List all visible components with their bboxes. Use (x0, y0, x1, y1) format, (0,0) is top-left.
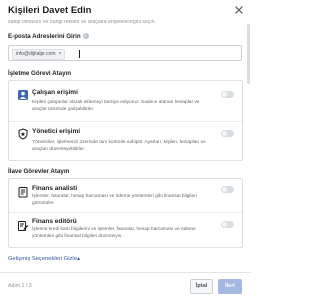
text-cursor (79, 50, 80, 58)
role-title: Çalışan erişimi (32, 89, 78, 96)
role-description: İşletme kredi kartı bilgilerini ve işlem… (32, 227, 196, 239)
close-icon[interactable] (233, 4, 245, 16)
dialog-title: Kişileri Davet Edin (8, 5, 92, 16)
info-icon[interactable]: i (82, 33, 89, 40)
role-finance-editor[interactable]: Finans editörü İşletme kredi kartı bilgi… (9, 213, 242, 248)
email-label: E-posta Adreslerini Girin i (8, 33, 89, 40)
intro-text: sahip olmasını ve hangi reklam ve araçla… (8, 20, 156, 25)
scrollbar[interactable] (247, 24, 250, 84)
remove-chip-icon[interactable]: × (59, 51, 62, 57)
role-description: Kişileri çalışanlar olarak eklemeyi tavs… (32, 100, 200, 112)
additional-role-heading: İlave Görevler Atayın (8, 168, 70, 175)
email-chip: info@dijitalpr.com × (12, 49, 66, 60)
caret-up-icon: ▴ (76, 256, 80, 262)
role-employee[interactable]: Çalışan erişimi Kişileri çalışanlar olar… (9, 81, 242, 121)
additional-role-card: Finans analisti İşlemler, faturalar, hes… (8, 178, 243, 248)
role-title: Yönetici erişimi (32, 128, 81, 135)
admin-toggle[interactable] (221, 130, 234, 137)
person-icon (17, 88, 29, 100)
role-description: İşlemler, faturalar, hesap harcaması ve … (32, 194, 197, 206)
finance-editor-icon (17, 219, 29, 231)
dialog-header: Kişileri Davet Edin (0, 0, 251, 22)
business-role-heading: İşletme Görevi Atayın (8, 70, 72, 77)
next-button[interactable]: İleri (218, 279, 242, 294)
step-indicator: Adım 1 / 3 (8, 283, 32, 289)
cancel-button[interactable]: İptal (190, 279, 213, 294)
business-role-card: Çalışan erişimi Kişileri çalışanlar olar… (8, 80, 243, 161)
role-description: Yöneticiler, işletmeniz üzerinde tam kon… (32, 140, 206, 152)
employee-toggle[interactable] (221, 91, 234, 98)
finance-analyst-icon (17, 185, 29, 198)
role-title: Finans editörü (32, 218, 77, 225)
shield-icon (17, 127, 29, 140)
email-input[interactable]: info@dijitalpr.com × (8, 45, 242, 61)
finance-editor-toggle[interactable] (221, 221, 234, 228)
role-title: Finans analisti (32, 185, 78, 192)
dialog-footer: Adım 1 / 3 İptal İleri (0, 272, 251, 301)
role-finance-analyst[interactable]: Finans analisti İşlemler, faturalar, hes… (9, 179, 242, 211)
hide-advanced-options-link[interactable]: Gelişmiş Seçenekleri Gizle▴ (8, 256, 80, 262)
finance-analyst-toggle[interactable] (221, 186, 234, 193)
role-admin[interactable]: Yönetici erişimi Yöneticiler, işletmeniz… (9, 122, 242, 161)
